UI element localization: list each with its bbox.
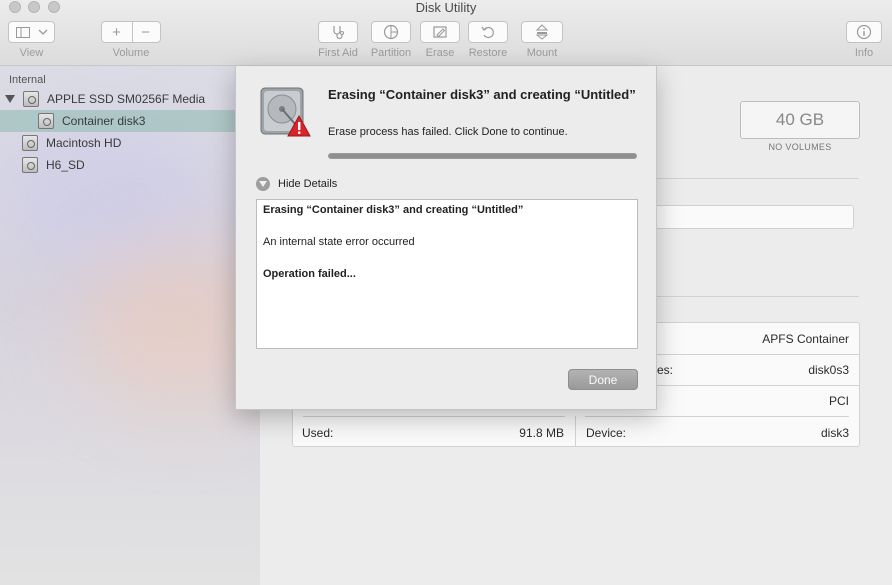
erase-progress-bar xyxy=(328,153,637,159)
info-icon xyxy=(856,24,872,40)
disk-icon xyxy=(23,91,39,107)
details-line-1: Erasing “Container disk3” and creating “… xyxy=(263,204,524,216)
info-row2-value: disk0s3 xyxy=(808,363,849,377)
mount-label: Mount xyxy=(526,47,558,59)
done-button[interactable]: Done xyxy=(568,369,638,390)
hide-details-toggle[interactable]: Hide Details xyxy=(256,177,337,191)
details-line-2: An internal state error occurred xyxy=(263,236,415,248)
dialog-title: Erasing “Container disk3” and creating “… xyxy=(328,87,636,102)
pie-chart-icon xyxy=(383,24,399,40)
device-label: Device: xyxy=(586,426,627,440)
details-line-3: Operation failed... xyxy=(263,268,356,280)
sidebar-item-h6-sd[interactable]: H6_SD xyxy=(22,154,260,176)
first-aid-button[interactable] xyxy=(318,21,358,43)
info-label: Info xyxy=(854,47,874,59)
device-value: disk3 xyxy=(820,426,849,440)
used-value: 91.8 MB xyxy=(519,426,564,440)
mount-icon xyxy=(535,24,549,40)
volume-buttons: + − xyxy=(101,21,161,43)
add-volume-button[interactable]: + xyxy=(102,24,131,41)
stethoscope-icon xyxy=(333,26,344,40)
restore-button[interactable] xyxy=(468,21,508,43)
type-value: APFS Container xyxy=(762,332,849,346)
disclosure-triangle-icon[interactable] xyxy=(5,95,15,103)
sidebar-item-label: Container disk3 xyxy=(62,114,146,128)
segment-divider xyxy=(132,22,133,42)
erase-dialog: Erasing “Container disk3” and creating “… xyxy=(235,66,657,410)
sidebar-toggle-icon xyxy=(15,26,30,38)
used-label: Used: xyxy=(302,426,334,440)
volume-bar-field xyxy=(640,205,854,229)
eraser-icon xyxy=(433,26,447,38)
remove-volume-button[interactable]: − xyxy=(131,24,160,41)
progress-fill xyxy=(329,154,636,158)
disk-icon xyxy=(22,135,38,151)
info-button[interactable] xyxy=(846,21,882,43)
view-label: View xyxy=(19,47,44,59)
partition-label: Partition xyxy=(370,47,412,59)
view-button[interactable] xyxy=(8,21,55,43)
info-row2-label: es: xyxy=(657,363,674,377)
row-divider xyxy=(585,416,849,417)
details-log[interactable]: Erasing “Container disk3” and creating “… xyxy=(256,199,638,349)
sidebar-item-macintosh-hd[interactable]: Macintosh HD xyxy=(22,132,260,154)
divider xyxy=(640,296,859,297)
erase-button[interactable] xyxy=(420,21,460,43)
first-aid-label: First Aid xyxy=(318,47,358,59)
sidebar-item-label: APPLE SSD SM0256F Media xyxy=(47,92,206,106)
sidebar-item-container-disk3[interactable]: Container disk3 xyxy=(0,110,260,132)
sidebar-backdrop-warm xyxy=(80,246,260,406)
sidebar-item-apple-ssd[interactable]: APPLE SSD SM0256F Media xyxy=(5,88,260,110)
volume-label: Volume xyxy=(112,47,150,59)
column-divider xyxy=(575,416,576,447)
sidebar-item-label: Macintosh HD xyxy=(46,136,122,150)
chevron-down-icon xyxy=(38,29,47,35)
sidebar-item-label: H6_SD xyxy=(46,158,85,172)
capacity-display: 40 GB xyxy=(740,101,860,139)
connection-value: PCI xyxy=(828,394,849,408)
sidebar-section-internal: Internal xyxy=(9,74,46,86)
window-title: Disk Utility xyxy=(415,0,477,15)
row-divider xyxy=(303,416,565,417)
disk-icon xyxy=(22,157,38,173)
capacity-label: NO VOLUMES xyxy=(768,142,832,152)
restore-label: Restore xyxy=(468,47,508,59)
hide-details-label: Hide Details xyxy=(278,178,338,190)
sidebar: Internal APPLE SSD SM0256F Media Contain… xyxy=(0,66,260,585)
restore-arrow-icon xyxy=(481,26,494,39)
divider xyxy=(640,178,859,179)
dialog-message: Erase process has failed. Click Done to … xyxy=(328,126,568,138)
mount-button[interactable] xyxy=(521,21,563,43)
toolbar: Disk Utility View + − Volume First Aid P… xyxy=(0,0,892,66)
partition-button[interactable] xyxy=(371,21,411,43)
disk-icon xyxy=(38,113,54,129)
hard-drive-error-icon xyxy=(260,87,311,137)
disclosure-triangle-icon xyxy=(256,177,270,191)
